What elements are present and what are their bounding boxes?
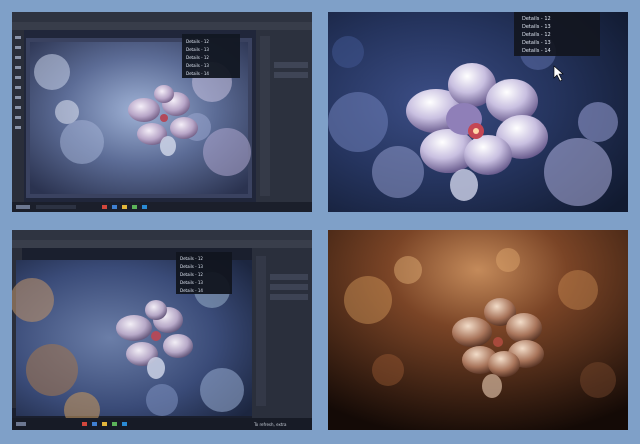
dropdown-item[interactable]: Details - 12	[186, 55, 209, 60]
dropdown-item[interactable]: Details - 12	[186, 39, 209, 44]
dropdown-item[interactable]: Details - 14	[186, 71, 209, 76]
taskbar-notice: To refresh, extra	[253, 422, 287, 427]
dropdown-item[interactable]: Details - 13	[522, 24, 551, 30]
dropdown-item[interactable]: Details - 13	[180, 264, 203, 269]
dropdown-item[interactable]: Details - 12	[522, 32, 551, 38]
monitor-scene-3: Details - 12 Details - 13 Details - 12 D…	[12, 230, 312, 430]
dropdown-item[interactable]: Details - 13	[186, 63, 209, 68]
monitor-scene-1: Details - 12 Details - 13 Details - 12 D…	[12, 12, 312, 212]
monitor-photo-editor-top-left: Details - 12 Details - 13 Details - 12 D…	[12, 12, 312, 212]
closeup-blue-flower-top-right: Details - 12 Details - 13 Details - 12 D…	[328, 12, 628, 212]
dropdown-item[interactable]: Details - 12	[180, 256, 203, 261]
dropdown-item[interactable]: Details - 13	[186, 47, 209, 52]
flower-closeup-blue: Details - 12 Details - 13 Details - 12 D…	[328, 12, 628, 212]
dropdown-item[interactable]: Details - 13	[180, 280, 203, 285]
dropdown-item[interactable]: Details - 12	[180, 272, 203, 277]
closeup-warm-flower-bottom-right	[328, 230, 628, 430]
dropdown-menu-p2[interactable]: Details - 12 Details - 13 Details - 12 D…	[522, 16, 551, 54]
dropdown-item[interactable]: Details - 13	[522, 40, 551, 46]
photo-collage: Details - 12 Details - 13 Details - 12 D…	[0, 0, 640, 444]
dropdown-item[interactable]: Details - 12	[522, 16, 551, 22]
monitor-photo-editor-bottom-left: Details - 12 Details - 13 Details - 12 D…	[12, 230, 312, 430]
flower-closeup-warm	[328, 230, 628, 430]
dropdown-item[interactable]: Details - 14	[522, 48, 551, 54]
dropdown-item[interactable]: Details - 14	[180, 288, 203, 293]
